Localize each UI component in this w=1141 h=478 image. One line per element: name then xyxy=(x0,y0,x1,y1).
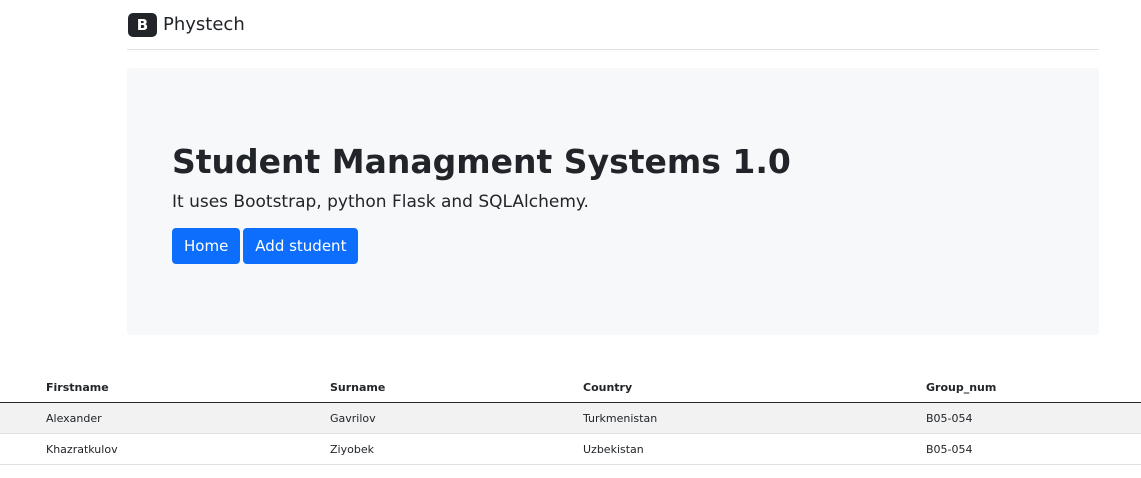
hero-description: It uses Bootstrap, python Flask and SQLA… xyxy=(172,192,589,212)
home-button[interactable]: Home xyxy=(172,228,241,264)
cell-country: Uzbekistan xyxy=(583,433,926,465)
hero-buttons: Home Add student xyxy=(172,228,359,264)
hero-section: Student Managment Systems 1.0 It uses Bo… xyxy=(127,68,1099,335)
cell-surname: Gavrilov xyxy=(330,402,583,434)
column-header-surname: Surname xyxy=(330,372,583,403)
bootstrap-logo-icon[interactable]: B xyxy=(128,12,157,37)
cell-surname: Ziyobek xyxy=(330,433,583,465)
column-header-country: Country xyxy=(583,372,926,403)
cell-country: Turkmenistan xyxy=(583,402,926,434)
navbar: B Phystech xyxy=(127,0,1099,50)
column-header-firstname: Firstname xyxy=(0,372,330,403)
column-header-group-num: Group_num xyxy=(926,372,1141,403)
table-row: Alexander Gavrilov Turkmenistan B05-054 xyxy=(0,402,1141,434)
table-row: Khazratkulov Ziyobek Uzbekistan B05-054 xyxy=(0,433,1141,465)
brand-link[interactable]: Phystech xyxy=(163,14,245,35)
page-title: Student Managment Systems 1.0 xyxy=(172,142,791,181)
cell-firstname: Khazratkulov xyxy=(0,433,330,465)
cell-group-num: B05-054 xyxy=(926,433,1141,465)
cell-group-num: B05-054 xyxy=(926,402,1141,434)
add-student-button[interactable]: Add student xyxy=(243,228,359,264)
table-header-row: Firstname Surname Country Group_num xyxy=(0,372,1141,403)
students-table: Firstname Surname Country Group_num Alex… xyxy=(0,372,1141,465)
cell-firstname: Alexander xyxy=(0,402,330,434)
